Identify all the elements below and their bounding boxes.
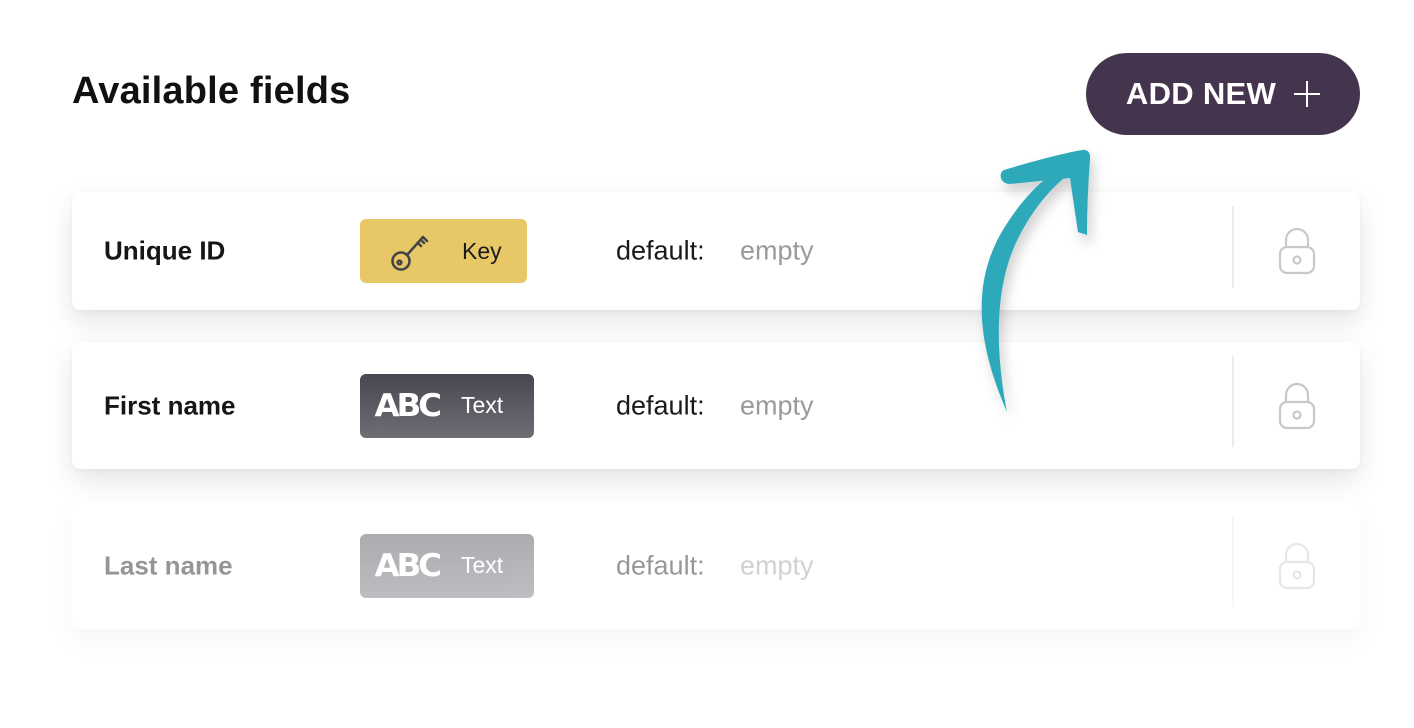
lock-icon[interactable] — [1277, 542, 1317, 590]
lock-icon[interactable] — [1277, 382, 1317, 430]
field-row-last-name[interactable]: Last name ABC Text default: empty — [72, 502, 1360, 629]
default-label: default: — [616, 390, 705, 420]
field-type-label: Text — [461, 392, 504, 418]
default-label: default: — [616, 550, 705, 580]
field-row-unique-id[interactable]: Unique ID Key default: empty — [72, 192, 1360, 310]
field-type-label: Key — [462, 237, 502, 264]
divider — [1232, 206, 1234, 288]
lock-icon[interactable] — [1277, 227, 1317, 275]
field-type-label: Text — [461, 552, 504, 578]
field-row-first-name[interactable]: First name ABC Text default: empty — [72, 342, 1360, 469]
page-title: Available fields — [72, 70, 351, 112]
field-name: Unique ID — [104, 235, 226, 266]
default-value: empty — [740, 550, 814, 580]
abc-icon: ABC — [374, 547, 442, 584]
default-label: default: — [616, 235, 705, 266]
field-type-badge: ABC Text — [360, 373, 534, 438]
field-type-badge: ABC Text — [360, 533, 534, 598]
add-new-label: ADD NEW — [1125, 76, 1277, 111]
abc-icon: ABC — [374, 387, 442, 424]
add-new-button[interactable]: ADD NEW — [1086, 53, 1360, 135]
divider — [1232, 356, 1234, 447]
field-type-badge: Key — [360, 219, 527, 283]
field-name: Last name — [104, 550, 233, 580]
divider — [1232, 516, 1234, 607]
field-name: First name — [104, 390, 236, 420]
default-value: empty — [740, 235, 814, 266]
plus-icon — [1294, 81, 1321, 107]
default-value: empty — [740, 390, 814, 420]
key-icon — [391, 235, 429, 271]
